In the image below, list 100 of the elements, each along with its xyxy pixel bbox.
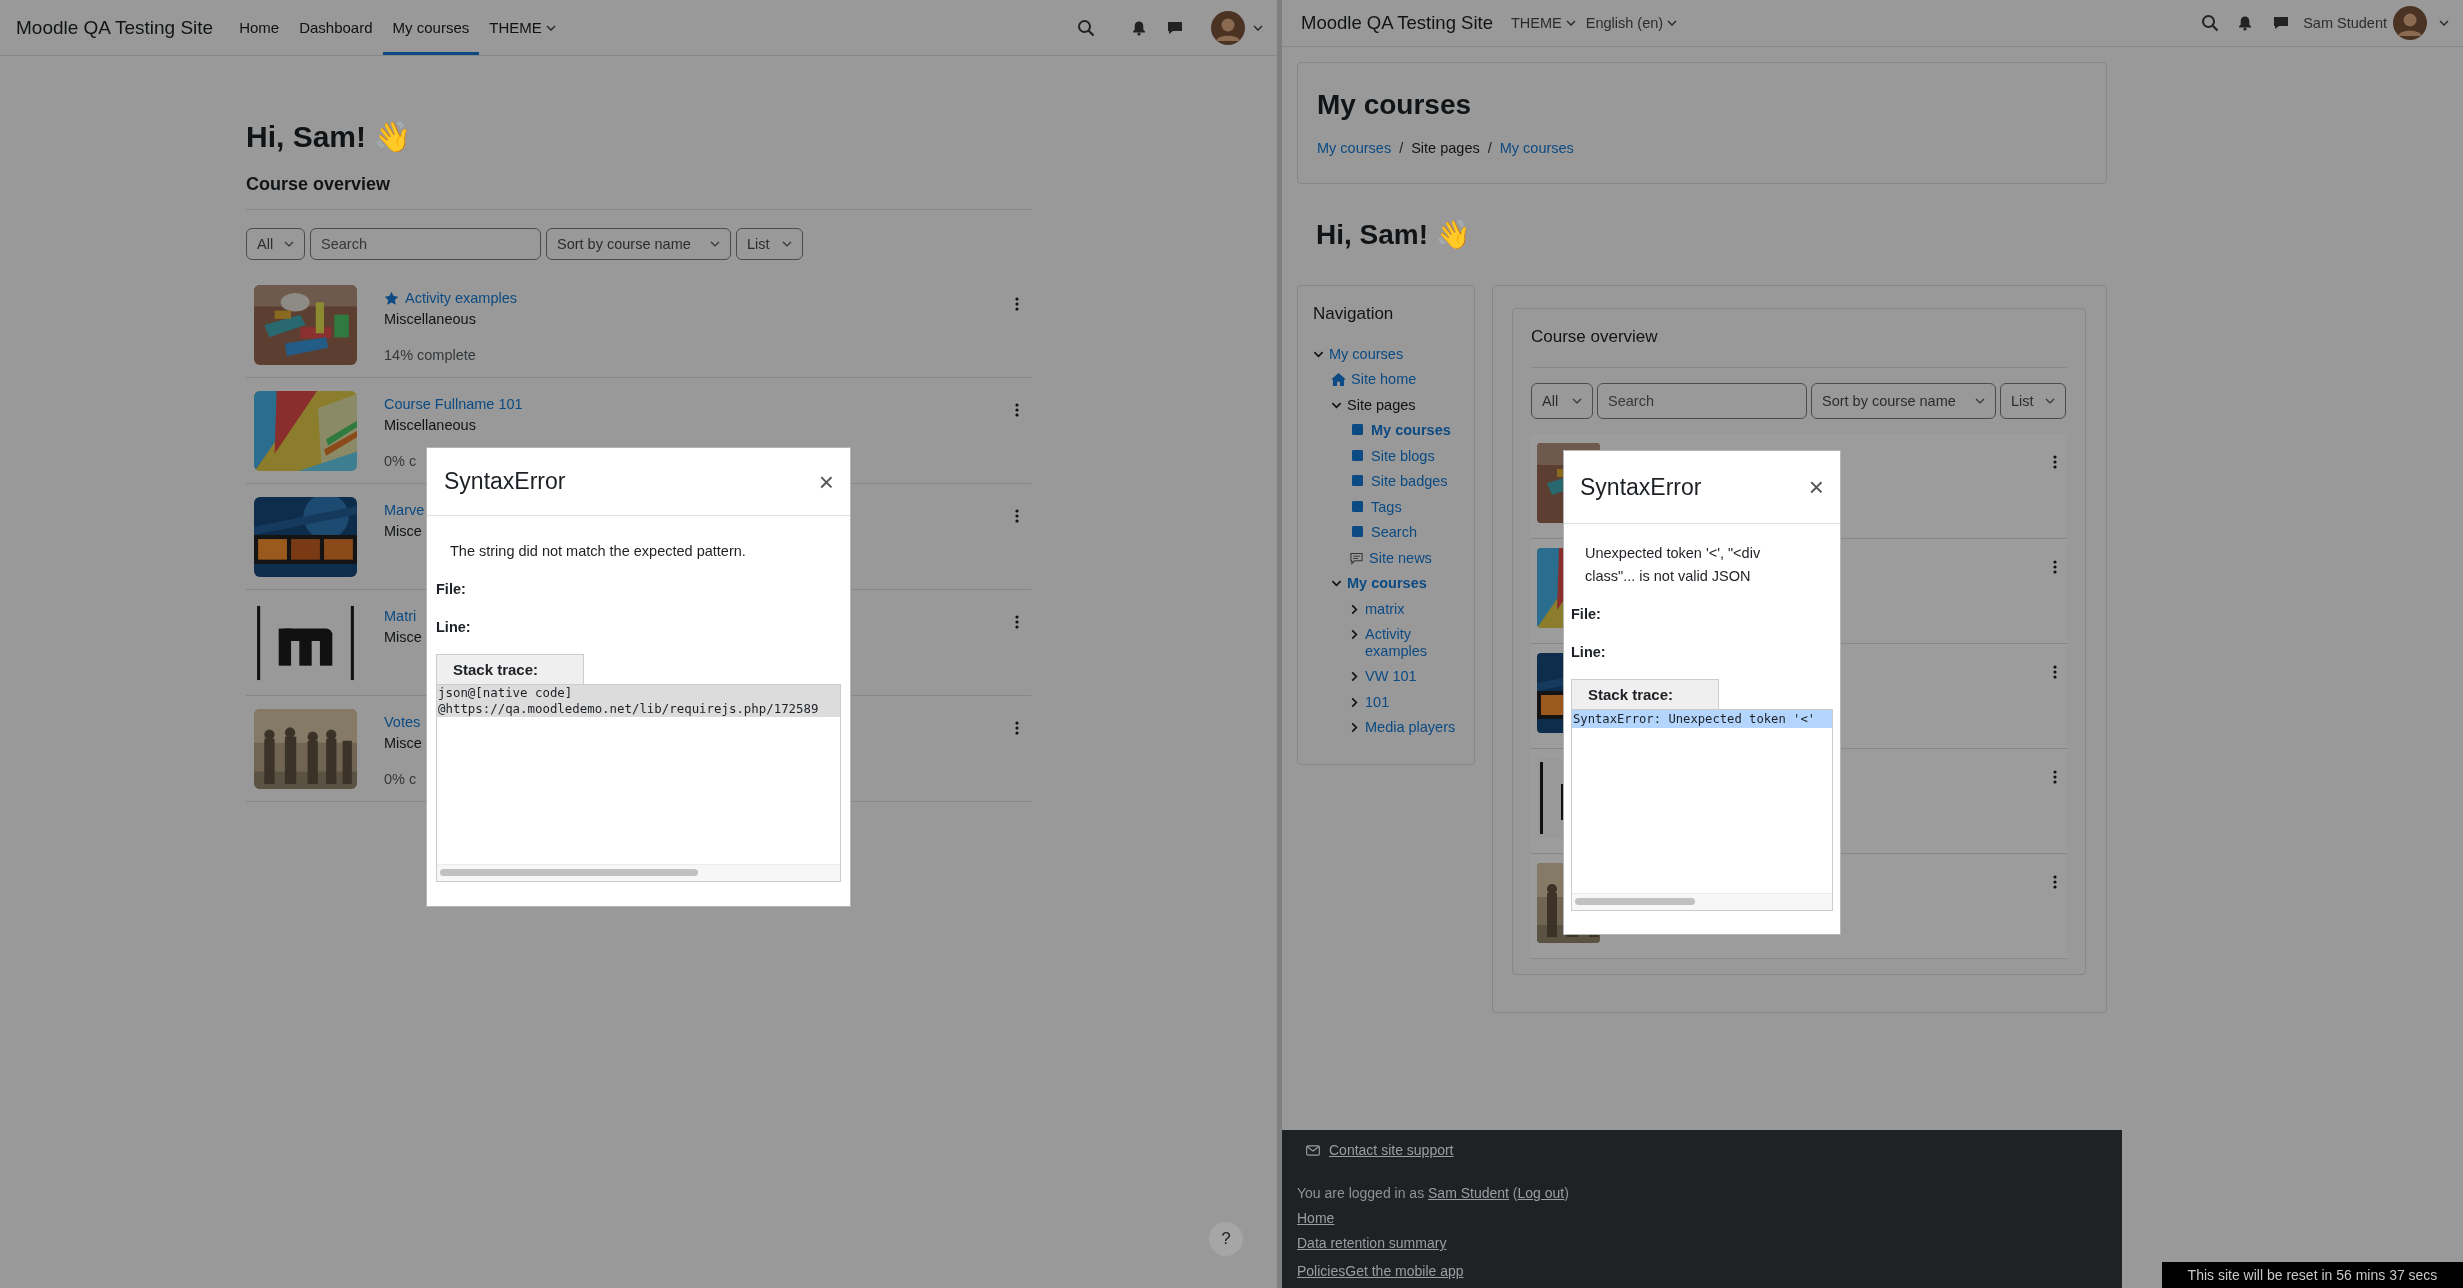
- caret-icon: [2045, 398, 2055, 404]
- navigation-item[interactable]: Site pages: [1347, 396, 1416, 413]
- page-title: My courses: [1317, 88, 1473, 122]
- footer-link[interactable]: Log out: [1517, 1185, 1565, 1201]
- star-icon[interactable]: [384, 291, 399, 306]
- search-field[interactable]: Search: [1597, 383, 1807, 419]
- chevron-right-icon[interactable]: [1349, 696, 1360, 708]
- more-options-icon[interactable]: [1015, 297, 1019, 311]
- footer-link[interactable]: Data retention summary: [1297, 1235, 1447, 1251]
- navigation-link[interactable]: VW 101: [1365, 668, 1417, 685]
- nav-tab[interactable]: THEME: [479, 0, 566, 55]
- course-link[interactable]: Course Fullname 101: [384, 394, 523, 415]
- footer-link[interactable]: Policies: [1297, 1263, 1346, 1279]
- navigation-link[interactable]: Search: [1371, 524, 1417, 541]
- course-link[interactable]: Votes: [384, 712, 421, 733]
- chevron-down-icon[interactable]: [1331, 578, 1342, 589]
- user-name[interactable]: Sam Student: [2303, 15, 2387, 31]
- close-button[interactable]: ×: [1804, 474, 1828, 500]
- navigation-link[interactable]: Tags: [1371, 498, 1402, 515]
- user-avatar[interactable]: [2393, 6, 2427, 40]
- navigation-link[interactable]: Media players: [1365, 719, 1456, 736]
- nav-menu[interactable]: THEME: [1510, 15, 1576, 31]
- stack-trace-tab[interactable]: Stack trace:: [436, 654, 584, 684]
- horizontal-scrollbar[interactable]: [1572, 893, 1832, 910]
- line-label: Line:: [1571, 643, 1607, 661]
- stack-trace-box[interactable]: SyntaxError: Unexpected token '<': [1571, 709, 1833, 911]
- user-avatar[interactable]: [1211, 10, 1245, 45]
- horizontal-scrollbar[interactable]: [437, 864, 840, 881]
- breadcrumb-separator: /: [1487, 139, 1492, 157]
- breadcrumb-item: Site pages: [1411, 139, 1480, 157]
- chevron-right-icon[interactable]: [1349, 671, 1360, 682]
- more-options-icon[interactable]: [1015, 615, 1019, 629]
- sort-dropdown[interactable]: Sort by course name: [1811, 383, 1996, 419]
- bell-icon[interactable]: [1131, 19, 1147, 36]
- login-info: You are logged in as Sam Student (Log out): [1297, 1184, 1570, 1203]
- site-name[interactable]: Moodle QA Testing Site: [1301, 12, 1493, 34]
- course-category: Misce: [384, 522, 423, 541]
- more-options-icon[interactable]: [1015, 509, 1019, 523]
- more-options-icon[interactable]: [2053, 875, 2057, 889]
- caret-icon: [1565, 20, 1576, 26]
- sort-dropdown[interactable]: Sort by course name: [546, 228, 731, 260]
- nav-tab[interactable]: Dashboard: [289, 0, 383, 55]
- more-options-icon[interactable]: [2053, 455, 2057, 469]
- close-button[interactable]: ×: [814, 468, 838, 495]
- chevron-right-icon[interactable]: [1349, 603, 1360, 615]
- course-link[interactable]: Matri: [384, 606, 417, 627]
- navigation-link[interactable]: matrix: [1365, 600, 1405, 617]
- more-options-icon[interactable]: [1015, 403, 1019, 417]
- caret-icon: [1572, 398, 1582, 404]
- more-options-icon[interactable]: [2053, 770, 2057, 784]
- site-name[interactable]: Moodle QA Testing Site: [16, 16, 214, 39]
- grouping-dropdown[interactable]: All: [246, 228, 305, 260]
- more-options-icon[interactable]: [2053, 560, 2057, 574]
- caret-icon: [1975, 398, 1985, 404]
- grouping-dropdown[interactable]: All: [1531, 383, 1593, 419]
- view-dropdown[interactable]: List: [2000, 383, 2066, 419]
- navigation-link[interactable]: Site news: [1369, 549, 1432, 566]
- chevron-right-icon[interactable]: [1349, 629, 1360, 640]
- caret-icon[interactable]: [1253, 24, 1263, 31]
- navigation-link[interactable]: Site badges: [1371, 473, 1448, 490]
- footer-link[interactable]: Get the mobile app: [1345, 1263, 1464, 1279]
- block-title: Course overview: [1531, 309, 2067, 368]
- search-icon[interactable]: [2201, 14, 2220, 32]
- navigation-link[interactable]: My courses: [1347, 575, 1427, 592]
- search-field[interactable]: Search: [310, 228, 541, 260]
- square-icon: [1352, 500, 1363, 512]
- breadcrumb-link[interactable]: My courses: [1499, 139, 1574, 157]
- error-message: The string did not match the expected pattern.: [449, 542, 747, 561]
- navigation-link[interactable]: Activity examples: [1365, 626, 1468, 659]
- course-category: Miscellaneous: [384, 310, 477, 329]
- nav-menu[interactable]: English (en): [1585, 15, 1678, 31]
- square-icon: [1352, 475, 1363, 486]
- more-options-icon[interactable]: [2053, 665, 2057, 679]
- chevron-right-icon[interactable]: [1349, 722, 1360, 733]
- footer-link[interactable]: Home: [1297, 1210, 1335, 1226]
- chat-icon[interactable]: [1167, 19, 1183, 36]
- square-icon: [1352, 424, 1363, 435]
- course-link[interactable]: Activity examples: [405, 288, 517, 309]
- view-dropdown[interactable]: List: [736, 228, 803, 260]
- navigation-link[interactable]: 101: [1365, 693, 1390, 710]
- stack-trace-tab[interactable]: Stack trace:: [1571, 679, 1719, 709]
- course-link[interactable]: Marve: [384, 500, 425, 521]
- footer-link[interactable]: Sam Student: [1428, 1185, 1509, 1201]
- help-button[interactable]: ?: [1209, 1222, 1243, 1256]
- completion-text: 0% c: [384, 452, 418, 471]
- file-label: File:: [1571, 605, 1602, 623]
- chat-icon[interactable]: [2273, 15, 2290, 31]
- caret-icon[interactable]: [2439, 20, 2449, 26]
- navigation-link[interactable]: Site home: [1351, 371, 1417, 388]
- navigation-link[interactable]: My courses: [1329, 345, 1404, 362]
- nav-tab[interactable]: My courses: [382, 0, 480, 55]
- breadcrumb-link[interactable]: My courses: [1317, 139, 1392, 157]
- navigation-link[interactable]: Site blogs: [1371, 447, 1435, 464]
- search-icon[interactable]: [1077, 18, 1095, 37]
- stack-trace-box[interactable]: json@[native code] @https://qa.moodledemo.net/lib/requirejs.php/172589: [436, 684, 841, 882]
- navigation-link[interactable]: My courses: [1371, 422, 1451, 439]
- more-options-icon[interactable]: [1015, 721, 1019, 735]
- contact-link[interactable]: Contact site support: [1329, 1140, 1454, 1160]
- bell-icon[interactable]: [2237, 15, 2254, 31]
- nav-tab[interactable]: Home: [229, 0, 290, 55]
